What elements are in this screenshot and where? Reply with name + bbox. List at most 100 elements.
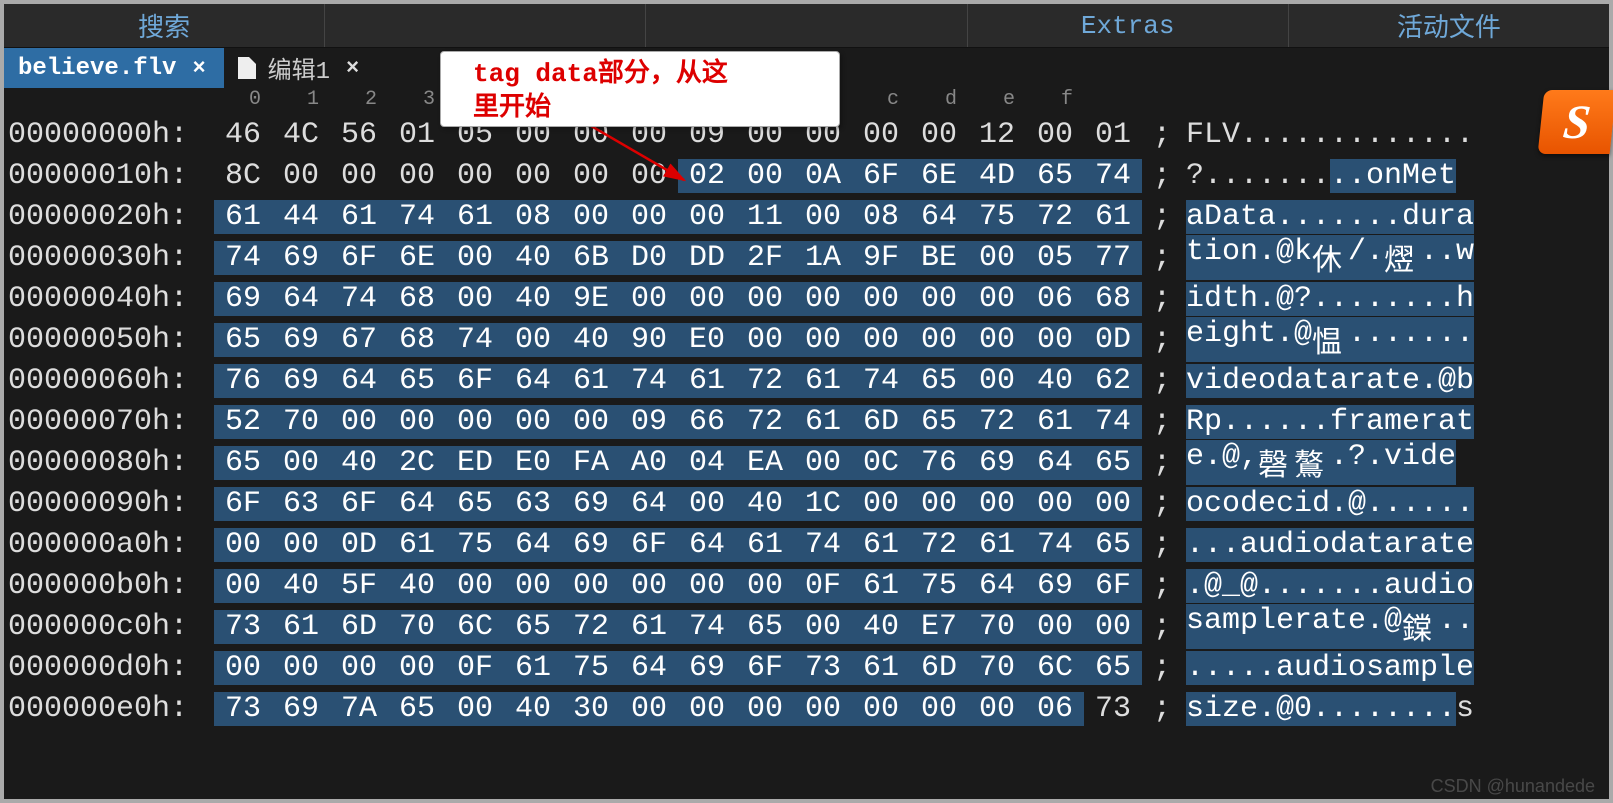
byte-cell[interactable]: 64 xyxy=(504,364,562,398)
ascii-pane[interactable]: samplerate.@鏿.. xyxy=(1182,604,1609,649)
byte-cell[interactable]: 00 xyxy=(1084,487,1142,521)
byte-cell[interactable]: 65 xyxy=(736,610,794,644)
ascii-pane[interactable]: Rp......framerat xyxy=(1182,405,1609,439)
ascii-char[interactable]: d xyxy=(1276,528,1294,562)
ascii-char[interactable]: . xyxy=(1348,317,1366,362)
ascii-char[interactable]: . xyxy=(1276,118,1294,152)
ascii-char[interactable]: @ xyxy=(1222,440,1240,485)
byte-cell[interactable]: 65 xyxy=(1026,159,1084,193)
byte-cell[interactable]: 00 xyxy=(504,569,562,603)
close-icon[interactable]: × xyxy=(188,56,209,81)
byte-cell[interactable]: 64 xyxy=(910,200,968,234)
byte-cell[interactable]: 46 xyxy=(214,118,272,152)
ascii-char[interactable]: . xyxy=(1366,200,1384,234)
ascii-char[interactable]: b xyxy=(1456,364,1474,398)
ascii-char[interactable]: F xyxy=(1186,118,1204,152)
ascii-char[interactable]: u xyxy=(1420,200,1438,234)
byte-cell[interactable]: 06 xyxy=(1026,282,1084,316)
ascii-char[interactable]: e xyxy=(1276,604,1294,649)
ascii-char[interactable]: e xyxy=(1402,405,1420,439)
byte-cell[interactable]: 00 xyxy=(388,159,446,193)
ascii-char[interactable]: . xyxy=(1186,528,1204,562)
byte-cell[interactable]: 00 xyxy=(794,323,852,357)
ascii-char[interactable]: @ xyxy=(1240,569,1258,603)
byte-cell[interactable]: 69 xyxy=(272,692,330,726)
ascii-char[interactable]: / xyxy=(1348,235,1366,280)
ascii-char[interactable]: r xyxy=(1348,364,1366,398)
byte-cell[interactable]: 61 xyxy=(388,528,446,562)
ascii-char[interactable]: . xyxy=(1276,405,1294,439)
ascii-char[interactable]: . xyxy=(1240,651,1258,685)
ascii-char[interactable]: t xyxy=(1240,200,1258,234)
byte-cell[interactable]: 44 xyxy=(272,200,330,234)
ascii-char[interactable]: M xyxy=(1402,159,1420,193)
ascii-char[interactable]: o xyxy=(1186,487,1204,521)
byte-cell[interactable]: 00 xyxy=(1026,323,1084,357)
byte-cell[interactable]: 52 xyxy=(214,405,272,439)
byte-cell[interactable]: 00 xyxy=(736,282,794,316)
ascii-char[interactable]: . xyxy=(1384,282,1402,316)
hex-view[interactable]: 00000000h:464C56010500000009000000001200… xyxy=(4,112,1609,731)
byte-cell[interactable]: 00 xyxy=(272,446,330,480)
byte-cell[interactable]: 7A xyxy=(330,692,388,726)
ascii-char[interactable]: . xyxy=(1276,200,1294,234)
ascii-char[interactable]: i xyxy=(1294,487,1312,521)
byte-cell[interactable]: 69 xyxy=(272,241,330,275)
ascii-char[interactable]: @ xyxy=(1276,692,1294,726)
ascii-char[interactable]: . xyxy=(1330,440,1348,485)
ascii-char[interactable]: . xyxy=(1348,692,1366,726)
ascii-char[interactable]: s xyxy=(1366,651,1384,685)
byte-cell[interactable]: 64 xyxy=(504,528,562,562)
ascii-char[interactable]: a xyxy=(1384,569,1402,603)
ascii-char[interactable]: . xyxy=(1186,651,1204,685)
byte-cell[interactable]: 30 xyxy=(562,692,620,726)
byte-cell[interactable]: 74 xyxy=(794,528,852,562)
ascii-char[interactable]: . xyxy=(1384,317,1402,362)
ascii-char[interactable]: 休 xyxy=(1312,235,1348,280)
ascii-char[interactable]: . xyxy=(1258,118,1276,152)
byte-cell[interactable]: 66 xyxy=(678,405,736,439)
ascii-char[interactable]: a xyxy=(1330,364,1348,398)
primary-tab-active-files[interactable]: 活动文件 xyxy=(1289,4,1609,47)
byte-cell[interactable]: 61 xyxy=(794,405,852,439)
byte-cell[interactable]: 77 xyxy=(1084,241,1142,275)
ascii-char[interactable]: D xyxy=(1204,200,1222,234)
ascii-char[interactable]: z xyxy=(1222,692,1240,726)
byte-cell[interactable]: 70 xyxy=(272,405,330,439)
byte-cell[interactable]: 69 xyxy=(1026,569,1084,603)
byte-cell[interactable]: 00 xyxy=(794,610,852,644)
byte-cell[interactable]: 61 xyxy=(852,528,910,562)
byte-cell[interactable]: 6F xyxy=(446,364,504,398)
ascii-char[interactable]: d xyxy=(1420,569,1438,603)
byte-cell[interactable]: 6E xyxy=(910,159,968,193)
hex-row[interactable]: 00000020h:614461746108000000110008647572… xyxy=(4,196,1609,237)
ascii-char[interactable]: i xyxy=(1204,235,1222,280)
byte-cell[interactable]: 00 xyxy=(910,282,968,316)
ascii-char[interactable]: i xyxy=(1204,317,1222,362)
byte-cell[interactable]: 40 xyxy=(1026,364,1084,398)
ascii-pane[interactable]: eight.@愠....... xyxy=(1182,317,1609,362)
ascii-char[interactable]: . xyxy=(1420,235,1438,280)
ascii-char[interactable]: . xyxy=(1366,692,1384,726)
byte-cell[interactable]: 6F xyxy=(852,159,910,193)
ascii-char[interactable]: t xyxy=(1438,528,1456,562)
ascii-char[interactable]: o xyxy=(1456,569,1474,603)
byte-cell[interactable]: 00 xyxy=(446,159,504,193)
ascii-char[interactable]: . xyxy=(1294,200,1312,234)
ascii-char[interactable]: . xyxy=(1240,405,1258,439)
byte-cell[interactable]: 00 xyxy=(968,364,1026,398)
ascii-char[interactable]: a xyxy=(1204,604,1222,649)
byte-cell[interactable]: 00 xyxy=(214,528,272,562)
byte-cell[interactable]: 69 xyxy=(968,446,1026,480)
ascii-char[interactable]: @ xyxy=(1204,569,1222,603)
hex-bytes[interactable]: 00405F400000000000000F617564696F xyxy=(204,569,1142,603)
byte-cell[interactable]: 1C xyxy=(794,487,852,521)
hex-bytes[interactable]: 00000D617564696F6461746172617465 xyxy=(204,528,1142,562)
byte-cell[interactable]: 0C xyxy=(852,446,910,480)
byte-cell[interactable]: 73 xyxy=(1084,692,1142,726)
byte-cell[interactable]: 00 xyxy=(736,569,794,603)
ascii-char[interactable]: d xyxy=(1330,528,1348,562)
byte-cell[interactable]: 64 xyxy=(1026,446,1084,480)
ascii-char[interactable]: . xyxy=(1384,487,1402,521)
byte-cell[interactable]: 72 xyxy=(910,528,968,562)
